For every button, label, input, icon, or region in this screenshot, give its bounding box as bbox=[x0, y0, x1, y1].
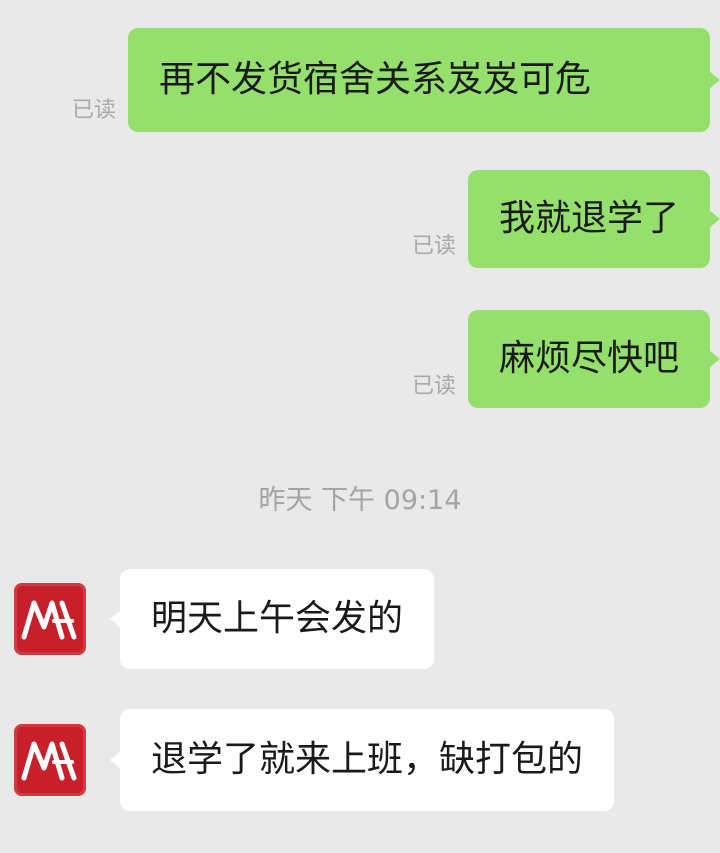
outgoing-message: 已读 麻烦尽快吧 bbox=[412, 310, 710, 408]
logo-glyph bbox=[21, 600, 77, 640]
incoming-message: 退学了就来上班，缺打包的 bbox=[14, 709, 615, 811]
logo-glyph bbox=[21, 741, 77, 781]
read-status: 已读 bbox=[411, 374, 456, 399]
outgoing-message: 已读 我就退学了 bbox=[412, 170, 710, 268]
message-text: 退学了就来上班，缺打包的 bbox=[151, 739, 584, 780]
shop-logo-icon[interactable] bbox=[14, 583, 86, 655]
message-text: 麻烦尽快吧 bbox=[498, 338, 679, 379]
message-text: 再不发货宿舍关系岌岌可危 bbox=[159, 59, 592, 100]
read-status: 已读 bbox=[411, 234, 456, 259]
message-bubble[interactable]: 我就退学了 bbox=[467, 170, 710, 268]
outgoing-message: 已读 再不发货宿舍关系岌岌可危 bbox=[72, 28, 710, 132]
timestamp: 昨天 下午 09:14 bbox=[258, 485, 462, 516]
message-text: 明天上午会发的 bbox=[151, 598, 404, 639]
read-status: 已读 bbox=[71, 98, 116, 123]
incoming-message: 明天上午会发的 bbox=[14, 569, 435, 669]
shop-logo-icon[interactable] bbox=[14, 724, 86, 796]
message-bubble[interactable]: 再不发货宿舍关系岌岌可危 bbox=[128, 28, 710, 132]
message-bubble[interactable]: 明天上午会发的 bbox=[120, 569, 435, 669]
message-bubble[interactable]: 退学了就来上班，缺打包的 bbox=[120, 709, 615, 811]
message-bubble[interactable]: 麻烦尽快吧 bbox=[467, 310, 710, 408]
message-text: 我就退学了 bbox=[498, 198, 679, 239]
chat-window: 已读 再不发货宿舍关系岌岌可危 已读 我就退学了 已读 麻烦尽快吧 昨天 下午 … bbox=[0, 0, 720, 853]
